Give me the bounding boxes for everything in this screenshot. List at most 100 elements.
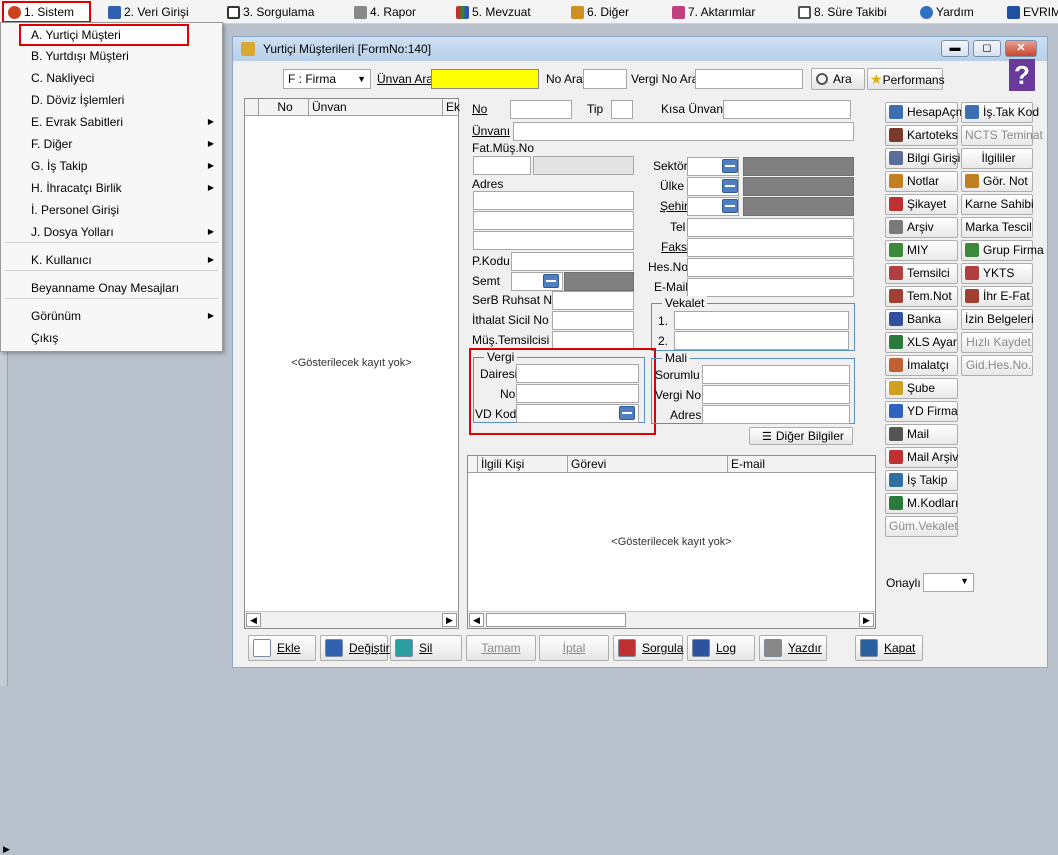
notlar-button[interactable]: Notlar <box>885 171 958 192</box>
no-field[interactable] <box>510 100 572 119</box>
faks-field[interactable] <box>687 238 854 257</box>
menu-evrim[interactable]: EVRIM <box>1007 3 1058 21</box>
xls-ayar-button[interactable]: XLS Ayar <box>885 332 958 353</box>
mali-sorumlu-field[interactable] <box>702 365 850 384</box>
marka-tescil-button[interactable]: Marka Tescil <box>961 217 1033 238</box>
mail-arşiv-button[interactable]: Mail Arşiv <box>885 447 958 468</box>
vergi-no-field[interactable] <box>516 384 639 403</box>
menu-rapor[interactable]: 4. Rapor <box>354 3 416 21</box>
scroll-right-icon[interactable]: ▶ <box>442 613 457 627</box>
onayli-select[interactable]: ▼ <box>923 573 974 592</box>
dropdown-item[interactable]: İ. Personel Girişi <box>1 200 222 220</box>
dropdown-item[interactable]: Görünüm ▶ <box>1 306 222 326</box>
m-kodları-button[interactable]: M.Kodları <box>885 493 958 514</box>
dropdown-item[interactable]: Beyanname Onay Mesajları <box>1 278 222 298</box>
hes-no-field[interactable] <box>687 258 854 277</box>
col-no[interactable]: No <box>259 99 309 116</box>
banka-button[interactable]: Banka <box>885 309 958 330</box>
customer-list-scrollbar[interactable]: ◀ ▶ <box>245 611 458 628</box>
semt-lookup-icon[interactable] <box>543 274 559 288</box>
sil-button[interactable]: Sil <box>390 635 462 661</box>
yazdır-button[interactable]: Yazdır <box>759 635 827 661</box>
tip-field[interactable] <box>611 100 633 119</box>
log-button[interactable]: Log <box>687 635 755 661</box>
pkodu-field[interactable] <box>511 252 634 271</box>
no-ara-input[interactable] <box>583 69 627 89</box>
menu-aktarimlar[interactable]: 7. Aktarımlar <box>672 3 755 21</box>
gid-hes-no-button[interactable]: Gid.Hes.No. <box>961 355 1033 376</box>
close-button[interactable]: ✕ <box>1005 40 1037 57</box>
kartoteks-button[interactable]: Kartoteks <box>885 125 958 146</box>
adres-line1[interactable] <box>473 191 634 210</box>
i-hr-e-fat-button[interactable]: İhr E-Fat <box>961 286 1033 307</box>
i-malatçı-button[interactable]: İmalatçı <box>885 355 958 376</box>
menu-sistem[interactable]: 1. Sistem <box>2 1 91 23</box>
help-icon[interactable]: ? <box>1009 59 1035 91</box>
ncts-teminat-button[interactable]: NCTS Teminat <box>961 125 1043 146</box>
vd-kod-lookup-icon[interactable] <box>619 406 635 420</box>
vekalet-1-field[interactable] <box>674 311 849 330</box>
ithalat-sicil-field[interactable] <box>552 311 634 330</box>
miy-button[interactable]: MIY <box>885 240 958 261</box>
fat-mus-no-field[interactable] <box>473 156 531 175</box>
ykts-button[interactable]: YKTS <box>961 263 1033 284</box>
col-unvan[interactable]: Ünvan <box>309 99 443 116</box>
i-zin-belgeleri-button[interactable]: İzin Belgeleri <box>961 309 1034 330</box>
kisa-unvani-field[interactable] <box>723 100 851 119</box>
col-gorevi[interactable]: Görevi <box>568 456 728 473</box>
scroll-left-icon[interactable]: ◀ <box>469 613 484 627</box>
dropdown-item[interactable]: D. Döviz İşlemleri <box>1 90 222 110</box>
col-email[interactable]: E-mail <box>728 456 875 473</box>
dropdown-item[interactable]: J. Dosya Yolları ▶ <box>1 222 222 242</box>
menu-sorgulama[interactable]: 3. Sorgulama <box>227 3 314 21</box>
scroll-left-icon[interactable]: ◀ <box>246 613 261 627</box>
ekle-button[interactable]: Ekle <box>248 635 316 661</box>
şikayet-button[interactable]: Şikayet <box>885 194 958 215</box>
değiştir-button[interactable]: Değiştir <box>320 635 390 661</box>
ulke-lookup-icon[interactable] <box>722 179 738 193</box>
dropdown-item[interactable]: F. Diğer ▶ <box>1 134 222 154</box>
dropdown-item[interactable]: K. Kullanıcı ▶ <box>1 250 222 270</box>
hesapaçm-button[interactable]: HesapAçm <box>885 102 966 123</box>
bilgi-girişi-button[interactable]: Bilgi Girişi <box>885 148 960 169</box>
menu-yardim[interactable]: Yardım <box>920 3 974 21</box>
mail-button[interactable]: Mail <box>885 424 958 445</box>
adres-line3[interactable] <box>473 231 634 250</box>
serb-ruhsat-field[interactable] <box>552 291 634 310</box>
dropdown-item[interactable]: A. Yurtiçi Müşteri <box>19 24 189 46</box>
col-ilgili-kisi[interactable]: İlgili Kişi <box>478 456 568 473</box>
vergi-dairesi-field[interactable] <box>516 364 639 383</box>
adres-line2[interactable] <box>473 211 634 230</box>
ara-button[interactable]: Ara <box>811 68 865 90</box>
tem-not-button[interactable]: Tem.Not <box>885 286 958 307</box>
dropdown-item[interactable]: Çıkış <box>1 328 222 348</box>
hızlı-kaydet-button[interactable]: Hızlı Kaydet <box>961 332 1033 353</box>
kapat-button[interactable]: Kapat <box>855 635 923 661</box>
window-titlebar[interactable]: Yurtiçi Müşterileri [FormNo:140] ▬ ◻ ✕ <box>233 37 1047 61</box>
scroll-thumb[interactable] <box>486 613 626 627</box>
temsilci-button[interactable]: Temsilci <box>885 263 958 284</box>
vergi-no-ara-input[interactable] <box>695 69 803 89</box>
menu-diger[interactable]: 6. Diğer <box>571 3 629 21</box>
sehir-lookup-icon[interactable] <box>722 199 738 213</box>
i-ş-takip-button[interactable]: İş Takip <box>885 470 958 491</box>
unvan-ara-input[interactable] <box>431 69 539 89</box>
arşiv-button[interactable]: Arşiv <box>885 217 958 238</box>
dropdown-item[interactable]: E. Evrak Sabitleri ▶ <box>1 112 222 132</box>
contact-list-scrollbar[interactable]: ◀ ▶ <box>468 611 875 628</box>
sorgula-button[interactable]: Sorgula <box>613 635 683 661</box>
type-select[interactable]: F : Firma ▼ <box>283 69 371 89</box>
restore-button[interactable]: ◻ <box>973 40 1001 57</box>
yd-firma-button[interactable]: YD Firma <box>885 401 958 422</box>
dropdown-item[interactable]: C. Nakliyeci <box>1 68 222 88</box>
dropdown-item[interactable]: G. İş Takip ▶ <box>1 156 222 176</box>
menu-sure-takibi[interactable]: 8. Süre Takibi <box>798 3 887 21</box>
vekalet-2-field[interactable] <box>674 331 849 350</box>
mali-vergi-no-field[interactable] <box>702 385 850 404</box>
sektor-lookup-icon[interactable] <box>722 159 738 173</box>
şube-button[interactable]: Şube <box>885 378 958 399</box>
menu-veri-girisi[interactable]: 2. Veri Girişi <box>108 3 189 21</box>
i-ptal-button[interactable]: İptal <box>539 635 609 661</box>
col-ek[interactable]: Ek <box>443 99 460 116</box>
karne-sahibi-button[interactable]: Karne Sahibi <box>961 194 1034 215</box>
